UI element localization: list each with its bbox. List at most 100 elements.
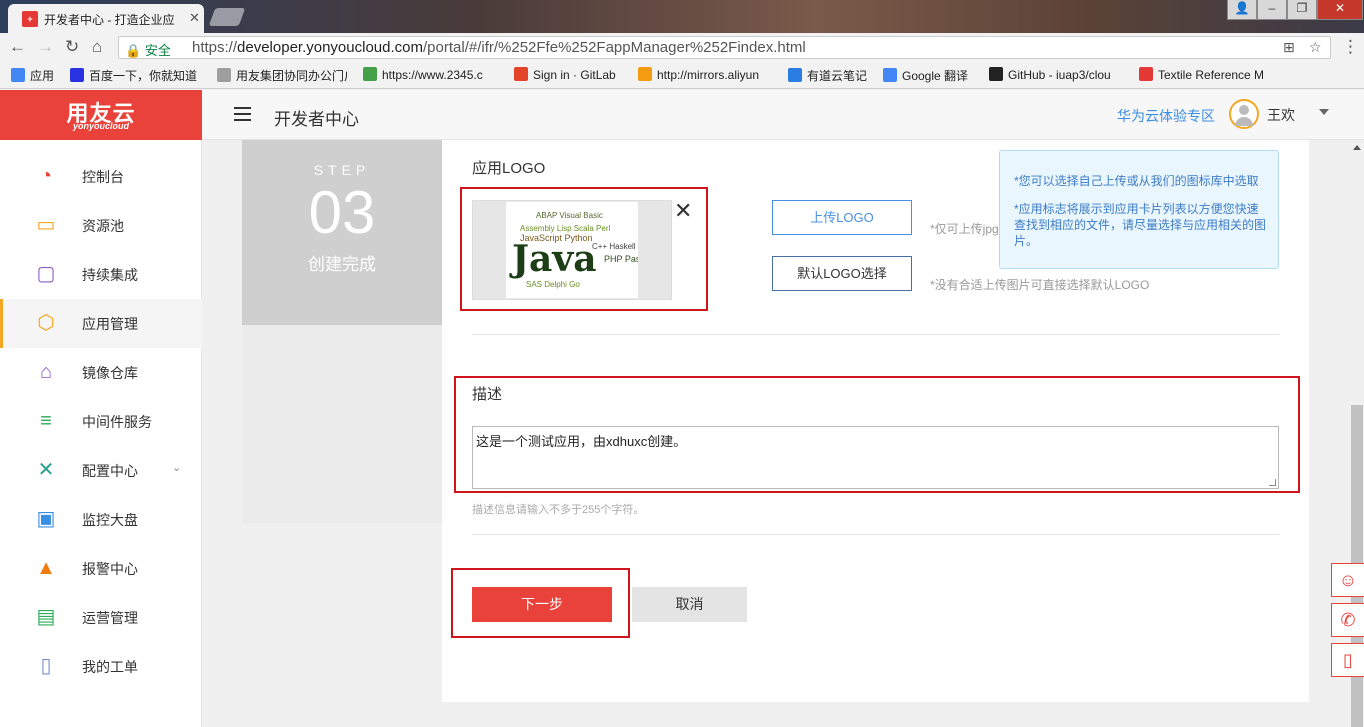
menu-kebab-icon[interactable]: ⋮ [1342, 37, 1359, 57]
bookmark-item[interactable]: 有道云笔记 [788, 67, 872, 84]
bookmark-label: 用友集团协同办公门户 [236, 69, 347, 83]
translate-icon[interactable]: ⊞ [1283, 39, 1295, 56]
resize-handle-icon[interactable] [1269, 479, 1276, 486]
close-window-button[interactable]: ✕ [1317, 0, 1363, 20]
sidebar-item-label: 应用管理 [82, 316, 138, 332]
next-step-button[interactable]: 下一步 [472, 587, 612, 622]
url-host: developer.yonyoucloud.com [237, 39, 423, 56]
sidebar-item[interactable]: ✕ 配置中心 ⌄ [0, 446, 202, 495]
sidebar-item[interactable]: ▢ 持续集成 [0, 250, 202, 299]
user-name[interactable]: 王欢 [1267, 105, 1295, 125]
remove-logo-close-icon[interactable]: ✕ [674, 200, 692, 222]
secure-lock-indicator[interactable]: 🔒 安全 [125, 40, 171, 59]
cubes-icon: ⬡ [37, 312, 55, 334]
sidebar-item[interactable]: ▤ 运营管理 [0, 593, 202, 642]
profile-button[interactable]: 👤 [1227, 0, 1257, 20]
new-tab-button[interactable] [208, 8, 246, 26]
back-arrow-icon[interactable]: ← [9, 37, 26, 57]
default-logo-button[interactable]: 默认LOGO选择 [772, 256, 912, 291]
sidebar-item-label: 控制台 [82, 169, 124, 185]
baidu-paw-icon [70, 68, 84, 82]
aliyun-icon [638, 67, 652, 81]
description-textarea[interactable]: 这是一个测试应用，由xdhuxc创建。 [472, 426, 1279, 489]
bookmark-item[interactable]: GitHub - iuap3/clou [989, 67, 1127, 82]
huawei-zone-link[interactable]: 华为云体验专区 [1117, 106, 1215, 126]
chevron-down-icon[interactable]: ⌄ [172, 461, 181, 474]
sidebar-item-label: 中间件服务 [82, 414, 152, 430]
cancel-button[interactable]: 取消 [632, 587, 747, 622]
document-icon: ▯ [40, 655, 52, 677]
yonyou-logo[interactable]: 用友云 yonyoucloud [0, 90, 202, 140]
logo-preview: ABAP Visual Basic Assembly Lisp Scala Pe… [472, 200, 672, 300]
bookmark-item[interactable]: Sign in · GitLab [514, 67, 624, 82]
bookmark-label: 有道云笔记 [807, 69, 868, 83]
yonyou-favicon-icon: + [22, 11, 38, 27]
description-value: 这是一个测试应用，由xdhuxc创建。 [476, 434, 687, 449]
avatar[interactable] [1229, 99, 1259, 129]
description-hint: 描述信息请输入不多于255个字符。 [472, 504, 645, 516]
bell-icon: ▲ [36, 557, 56, 579]
sidebar-item[interactable]: ▭ 资源池 [0, 201, 202, 250]
url-text: https://developer.yonyoucloud.com/portal… [192, 39, 806, 56]
bookmark-item[interactable]: https://www.2345.c [363, 67, 499, 82]
url-prefix: https:// [192, 39, 238, 56]
bookmark-item[interactable]: 应用 [11, 67, 61, 84]
step-name: 创建完成 [308, 255, 376, 274]
chevron-down-icon[interactable] [1319, 109, 1329, 115]
bookmark-star-icon[interactable]: ☆ [1309, 39, 1322, 56]
warehouse-icon: ⌂ [39, 361, 53, 383]
bookmark-item[interactable]: Textile Reference M [1139, 67, 1263, 82]
google-translate-icon [883, 68, 897, 82]
scroll-up-arrow-icon[interactable] [1353, 145, 1361, 150]
sidebar-item[interactable]: ⌂ 镜像仓库 [0, 348, 202, 397]
home-icon[interactable]: ⌂ [92, 37, 102, 57]
default-logo-hint: *没有合适上传图片可直接选择默认LOGO [930, 278, 1150, 292]
bookmark-item[interactable]: 用友集团协同办公门户 [217, 67, 347, 84]
sidebar-item-label: 镜像仓库 [82, 365, 138, 381]
upload-logo-button[interactable]: 上传LOGO [772, 200, 912, 235]
sidebar-item[interactable]: ◔ 控制台 [0, 152, 202, 201]
tab-title: 开发者中心 - 打造企业应 [44, 13, 175, 27]
java-wordcloud-image: ABAP Visual Basic Assembly Lisp Scala Pe… [506, 202, 638, 298]
bookmark-label: Sign in · GitLab [533, 68, 616, 82]
github-icon [989, 67, 1003, 81]
bookmark-item[interactable]: Google 翻译 [883, 67, 979, 84]
url-input[interactable]: 🔒 安全 https://developer.yonyoucloud.com/p… [118, 36, 1331, 59]
logo-tip-box: *您可以选择自己上传或从我们的图标库中选取 *应用标志将展示到应用卡片列表以方便… [999, 150, 1279, 269]
bookmark-item[interactable]: 百度一下，你就知道 [70, 67, 202, 84]
sidebar-item[interactable]: ▣ 监控大盘 [0, 495, 202, 544]
reload-icon[interactable]: ↻ [65, 37, 79, 57]
bookmark-item[interactable]: http://mirrors.aliyun [638, 67, 776, 82]
lock-icon: 🔒 [125, 43, 142, 58]
sidebar-item[interactable]: ⬡ 应用管理 [0, 299, 202, 348]
url-path: /portal/#/ifr/%252Ffe%252FappManager%252… [423, 39, 806, 56]
inbox-icon: ▭ [36, 214, 56, 236]
maximize-button[interactable]: ❐ [1287, 0, 1317, 20]
phone-call-icon[interactable]: ✆ [1331, 603, 1364, 637]
upload-hint: *仅可上传jpg [930, 222, 999, 236]
minimize-button[interactable]: – [1257, 0, 1287, 20]
divider [472, 334, 1279, 335]
bookmark-label: Google 翻译 [902, 69, 969, 83]
forward-arrow-icon[interactable]: → [37, 37, 54, 57]
mobile-phone-icon[interactable]: ▯ [1331, 643, 1364, 677]
integration-icon: ▢ [36, 263, 56, 285]
browser-tab[interactable]: + 开发者中心 - 打造企业应 ✕ [8, 4, 204, 33]
sidebar-item[interactable]: ≡ 中间件服务 [0, 397, 202, 446]
bookmark-label: 百度一下，你就知道 [89, 69, 198, 83]
textile-icon [1139, 67, 1153, 81]
bookmark-label: https://www.2345.c [382, 68, 483, 82]
sidebar-item-label: 资源池 [82, 218, 124, 234]
database-icon: ≡ [40, 410, 52, 432]
tab-close-icon[interactable]: ✕ [189, 10, 200, 26]
chart-board-icon: ▤ [36, 606, 56, 628]
sidebar-item-label: 运营管理 [82, 610, 138, 626]
sidebar: ◔ 控制台 ▭ 资源池 ▢ 持续集成 ⬡ 应用管理 ⌂ 镜像仓库 ≡ 中间件服务 ✕ 配置中心 ⌄ ▣ 监控大盘… [0, 140, 202, 727]
hamburger-menu-icon[interactable] [234, 107, 251, 121]
robot-chat-icon[interactable]: ☺ [1331, 563, 1364, 597]
2345-icon [363, 67, 377, 81]
app-header: 开发者中心 华为云体验专区 王欢 [202, 90, 1364, 140]
sidebar-item-label: 报警中心 [82, 561, 138, 577]
sidebar-item[interactable]: ▯ 我的工单 [0, 642, 202, 691]
sidebar-item[interactable]: ▲ 报警中心 [0, 544, 202, 593]
